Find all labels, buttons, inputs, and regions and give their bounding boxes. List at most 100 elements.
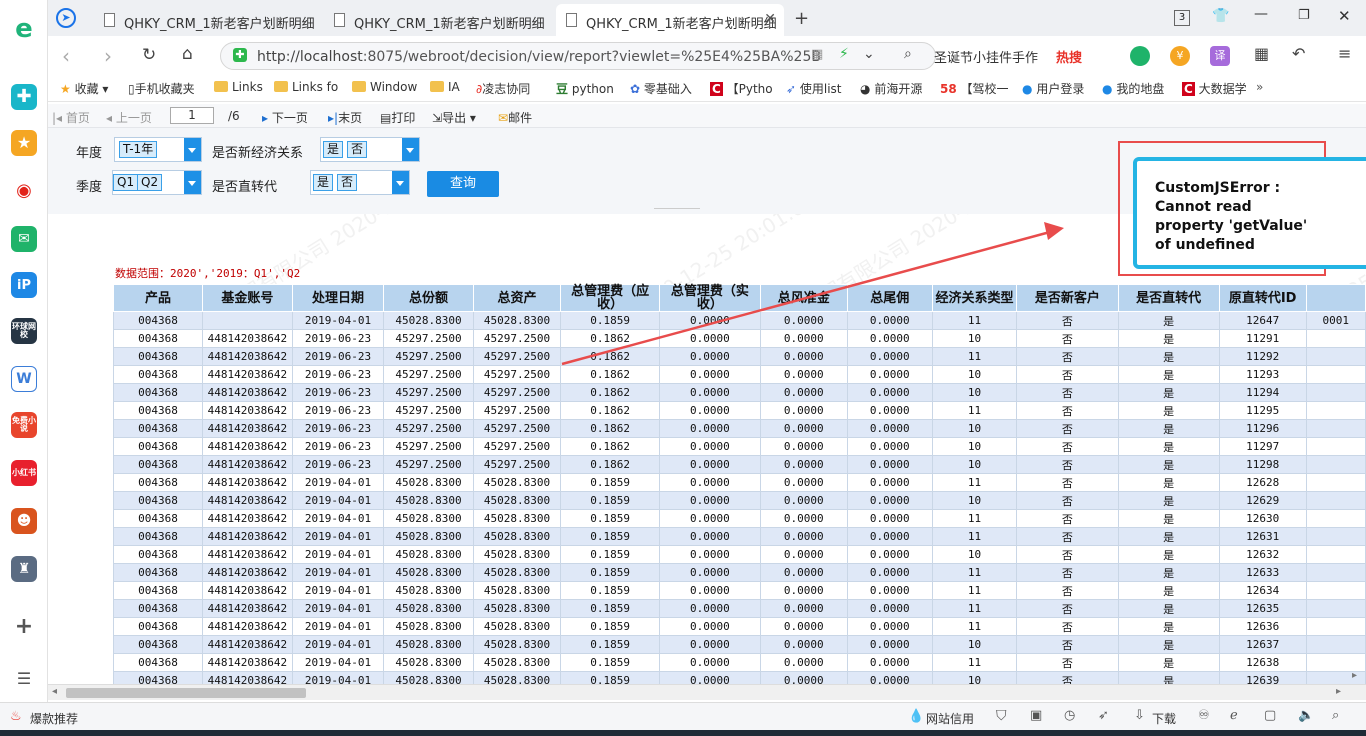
bookmark-ia[interactable]: IA xyxy=(430,80,460,94)
mail-button[interactable]: ✉邮件 xyxy=(498,109,532,126)
query-button[interactable]: 查询 xyxy=(427,171,499,197)
lightning-icon[interactable]: ⚡ xyxy=(839,46,849,62)
chevron-down-icon[interactable] xyxy=(184,171,201,194)
year-combo[interactable]: T-1年 xyxy=(114,137,202,162)
star-app-icon[interactable]: ★ xyxy=(11,130,37,156)
translate-icon[interactable]: 译 xyxy=(1210,46,1230,66)
bookmark-python[interactable]: 豆 python xyxy=(556,80,614,97)
navigate-icon[interactable]: ➤ xyxy=(56,8,76,28)
chevron-down-icon[interactable] xyxy=(402,138,419,161)
first-page-button[interactable]: |◂ 首页 xyxy=(52,109,90,126)
undo-icon[interactable]: ↶ xyxy=(1292,44,1305,63)
mail-icon[interactable]: ✉ xyxy=(11,226,37,252)
game2-icon[interactable]: ♜ xyxy=(11,556,37,582)
new-tab-icon[interactable]: + xyxy=(794,8,809,29)
direct-chip-no[interactable]: 否 xyxy=(337,174,358,191)
print-button[interactable]: ▤打印 xyxy=(380,109,415,126)
forward-icon[interactable]: › xyxy=(104,44,112,68)
quarter-chip-q2[interactable]: Q2 xyxy=(137,174,163,191)
minimize-icon[interactable]: — xyxy=(1254,6,1268,22)
hqwx-app-icon[interactable]: 环球网校 xyxy=(11,318,37,344)
quarter-chip-q1[interactable]: Q1 xyxy=(113,174,139,191)
more-menu-icon[interactable]: ≡ xyxy=(1338,44,1351,63)
bookmark-login[interactable]: ● 用户登录 xyxy=(1022,80,1084,97)
bookmark-list[interactable]: ➶ 使用list xyxy=(786,80,842,97)
history-icon[interactable]: ◷ xyxy=(1064,708,1075,723)
doc-icon[interactable]: W xyxy=(11,366,37,392)
more-bookmarks-icon[interactable]: » xyxy=(1256,80,1263,94)
home-icon[interactable]: ⌂ xyxy=(182,44,193,64)
maximize-icon[interactable]: ❐ xyxy=(1298,8,1310,23)
direct-combo[interactable]: 是 否 xyxy=(310,170,410,195)
quarter-combo[interactable]: Q1 Q2 xyxy=(112,170,202,195)
back-icon[interactable]: ‹ xyxy=(62,44,70,68)
bookmark-qianhai[interactable]: ◕ 前海开源 xyxy=(860,80,922,97)
shirt-icon[interactable]: 👕 xyxy=(1212,8,1229,24)
bookmark-links[interactable]: Links xyxy=(214,80,263,94)
bookmark-window[interactable]: Window xyxy=(352,80,417,94)
tab-3-active[interactable]: QHKY_CRM_1新老客户划断明细 ✕ xyxy=(556,4,784,36)
qr-icon[interactable]: ▦ xyxy=(811,47,823,62)
weibo-icon[interactable]: ◉ xyxy=(11,178,37,204)
add-icon[interactable]: + xyxy=(11,614,37,640)
scroll-right-icon[interactable]: ▸ xyxy=(1336,686,1341,697)
bookmark-zero-basics[interactable]: ✿ 零基础入 xyxy=(630,80,692,97)
close-tab-icon[interactable]: ✕ xyxy=(764,11,776,27)
bookmark-mobile[interactable]: ▯手机收藏夹 xyxy=(128,80,195,97)
plus-app-icon[interactable]: ✚ xyxy=(11,84,37,110)
export-button[interactable]: ⇲导出 ▾ xyxy=(432,109,476,126)
game-pad-icon[interactable]: ♾ xyxy=(1198,708,1210,723)
year-chip[interactable]: T-1年 xyxy=(119,141,158,158)
search-box[interactable]: ⌕ 圣诞节小挂件手作 热搜 xyxy=(904,42,1114,70)
scrollbar-thumb[interactable] xyxy=(66,688,306,698)
tab-2[interactable]: QHKY_CRM_1新老客户划断明细 xyxy=(324,4,552,36)
shield-icon[interactable]: ⛉ xyxy=(996,708,1007,724)
bookmark-lingzhi[interactable]: ∂凌志协同 xyxy=(476,80,530,97)
next-page-button[interactable]: ▸ 下一页 xyxy=(262,109,308,126)
close-window-icon[interactable]: ✕ xyxy=(1338,7,1351,25)
download-label[interactable]: 下载 xyxy=(1152,710,1176,727)
direct-chip-yes[interactable]: 是 xyxy=(313,174,334,191)
page-number-input[interactable]: 1 xyxy=(170,107,214,124)
chevron-down-icon[interactable]: ⌄ xyxy=(863,46,875,62)
ext-green-icon[interactable] xyxy=(1130,46,1150,66)
bookmark-links-fo[interactable]: Links fo xyxy=(274,80,338,94)
zoom-icon[interactable]: ⌕ xyxy=(1332,708,1339,723)
tab-count-badge[interactable]: 3 xyxy=(1174,10,1190,26)
newrel-chip-yes[interactable]: 是 xyxy=(323,141,344,158)
browser-logo-icon[interactable]: e xyxy=(11,16,37,42)
speaker-icon[interactable]: 🔈 xyxy=(1298,708,1314,723)
newrel-chip-no[interactable]: 否 xyxy=(347,141,368,158)
rocket-icon[interactable]: ➶ xyxy=(1098,708,1109,723)
bookmark-pytho[interactable]: C 【Pytho xyxy=(710,80,773,97)
game-icon[interactable]: ☻ xyxy=(11,508,37,534)
site-credit-label[interactable]: 网站信用 xyxy=(926,710,974,727)
chevron-down-icon[interactable] xyxy=(184,138,201,161)
xiaohongshu-icon[interactable]: 小红书 xyxy=(11,460,37,486)
menu-icon[interactable]: ☰ xyxy=(11,666,37,692)
newrel-combo[interactable]: 是 否 xyxy=(320,137,420,162)
horizontal-scrollbar[interactable]: ◂ ▸ xyxy=(48,684,1366,700)
window-icon[interactable]: ▢ xyxy=(1264,708,1276,723)
reload-icon[interactable]: ↻ xyxy=(142,45,156,65)
last-page-button[interactable]: ▸|末页 xyxy=(328,109,362,126)
apps-grid-icon[interactable]: ▦ xyxy=(1254,44,1269,63)
hot-search-label[interactable]: 热搜 xyxy=(1056,47,1082,66)
bookmark-favorites[interactable]: ★ 收藏 ▾ xyxy=(60,80,108,97)
tab-1[interactable]: QHKY_CRM_1新老客户划断明细 xyxy=(94,4,320,36)
novel-app-icon[interactable]: 免费小说 xyxy=(11,412,37,438)
bookmark-bigdata[interactable]: C 大数据学 xyxy=(1182,80,1247,97)
ext-coin-icon[interactable]: ¥ xyxy=(1170,46,1190,66)
chevron-down-icon[interactable] xyxy=(392,171,409,194)
url-field[interactable]: ✚ http://localhost:8075/webroot/decision… xyxy=(220,42,936,70)
bookmark-mysite[interactable]: ● 我的地盘 xyxy=(1102,80,1164,97)
bookmark-jiaxiao[interactable]: 58 【驾校一 xyxy=(940,80,1009,97)
prev-page-button[interactable]: ◂ 上一页 xyxy=(106,109,152,126)
image-icon[interactable]: ▣ xyxy=(1030,708,1042,723)
hot-recommend-label[interactable]: 爆款推荐 xyxy=(30,710,78,727)
ie-icon[interactable]: ℯ xyxy=(1230,708,1238,723)
scroll-right-icon[interactable]: ▸ xyxy=(1352,670,1357,681)
ip-app-icon[interactable]: iP xyxy=(11,272,37,298)
scroll-left-icon[interactable]: ◂ xyxy=(52,686,57,697)
download-icon[interactable]: ⇩ xyxy=(1134,708,1145,723)
